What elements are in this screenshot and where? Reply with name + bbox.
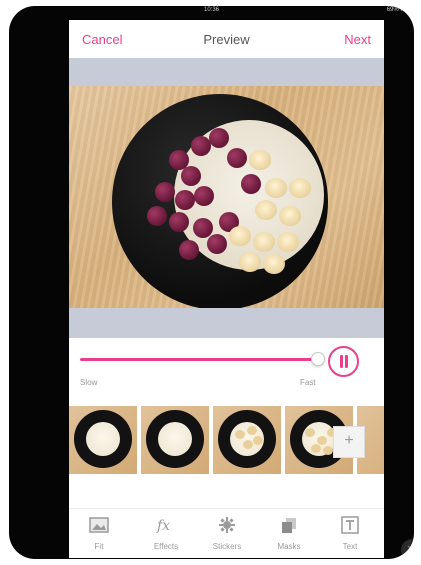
battery-indicator: 69% ■ — [386, 7, 404, 13]
tool-label: Stickers — [212, 542, 242, 551]
tool-fit[interactable]: Fit — [74, 515, 124, 551]
tool-text[interactable]: Text — [325, 515, 375, 551]
status-time: 10:36 — [203, 7, 219, 13]
thumb-banana — [243, 440, 253, 449]
speed-slider-track[interactable] — [80, 358, 317, 361]
tool-label: Text — [342, 542, 358, 551]
banana-slice — [249, 150, 271, 170]
preview-photo — [69, 86, 384, 308]
raspberry — [191, 136, 211, 156]
expand-icon[interactable] — [401, 539, 414, 559]
fit-icon — [74, 515, 124, 535]
thumb-banana — [253, 436, 263, 445]
next-button[interactable]: Next — [344, 32, 371, 47]
raspberry — [227, 148, 247, 168]
filmstrip[interactable]: + — [69, 406, 384, 480]
tool-stickers[interactable]: Stickers — [202, 515, 252, 551]
banana-slice — [289, 178, 311, 198]
tablet-device: 10:36 69% ■ Cancel Preview Next Slow Fas… — [9, 6, 414, 559]
raspberry — [181, 166, 201, 186]
thumb-banana — [323, 446, 333, 455]
raspberry — [175, 190, 195, 210]
pause-button[interactable] — [328, 346, 359, 377]
fx-icon: fx — [141, 515, 191, 535]
banana-slice — [265, 178, 287, 198]
masks-icon — [264, 515, 314, 535]
bottom-toolbar: Fit fx Effects Stickers Masks Text — [69, 508, 384, 558]
banana-slice — [253, 232, 275, 252]
tool-label: Effects — [153, 542, 179, 551]
speed-slow-label: Slow — [80, 378, 98, 387]
pause-icon — [340, 355, 343, 368]
raspberry — [194, 186, 214, 206]
speed-control: Slow Fast — [69, 338, 384, 398]
thumb-banana — [311, 444, 321, 453]
spacer — [69, 398, 384, 406]
thumb-banana — [305, 428, 315, 437]
video-preview[interactable] — [69, 58, 384, 338]
tool-label: Masks — [277, 542, 301, 551]
status-bar: 10:36 69% ■ — [9, 6, 414, 15]
frame-thumbnail[interactable] — [69, 406, 137, 474]
thumb-banana — [247, 426, 257, 435]
thumb-oats — [86, 422, 120, 456]
sticker-icon — [202, 515, 252, 535]
svg-text:fx: fx — [156, 518, 170, 534]
banana-slice — [239, 252, 261, 272]
banana-slice — [277, 232, 299, 252]
raspberry — [147, 206, 167, 226]
banana-slice — [279, 206, 301, 226]
frame-thumbnail[interactable] — [213, 406, 281, 474]
thumb-oats — [158, 422, 192, 456]
raspberry — [169, 212, 189, 232]
raspberry — [241, 174, 261, 194]
thumb-banana — [235, 430, 245, 439]
tool-effects[interactable]: fx Effects — [141, 515, 191, 551]
tool-masks[interactable]: Masks — [264, 515, 314, 551]
raspberry — [179, 240, 199, 260]
page-title: Preview — [203, 32, 250, 47]
add-frame-button[interactable]: + — [333, 426, 365, 458]
banana-slice — [263, 254, 285, 274]
speed-fast-label: Fast — [300, 378, 316, 387]
raspberry — [209, 128, 229, 148]
pause-icon-bar — [345, 355, 348, 368]
raspberry — [207, 234, 227, 254]
navigation-bar: Cancel Preview Next — [69, 20, 384, 58]
app-screen: Cancel Preview Next Slow Fast + Fit fx E… — [69, 20, 384, 558]
frame-thumbnail[interactable] — [141, 406, 209, 474]
banana-slice — [229, 226, 251, 246]
speed-slider-thumb[interactable] — [311, 352, 325, 366]
text-icon — [325, 515, 375, 535]
raspberry — [155, 182, 175, 202]
tool-label: Fit — [94, 542, 104, 551]
banana-slice — [255, 200, 277, 220]
